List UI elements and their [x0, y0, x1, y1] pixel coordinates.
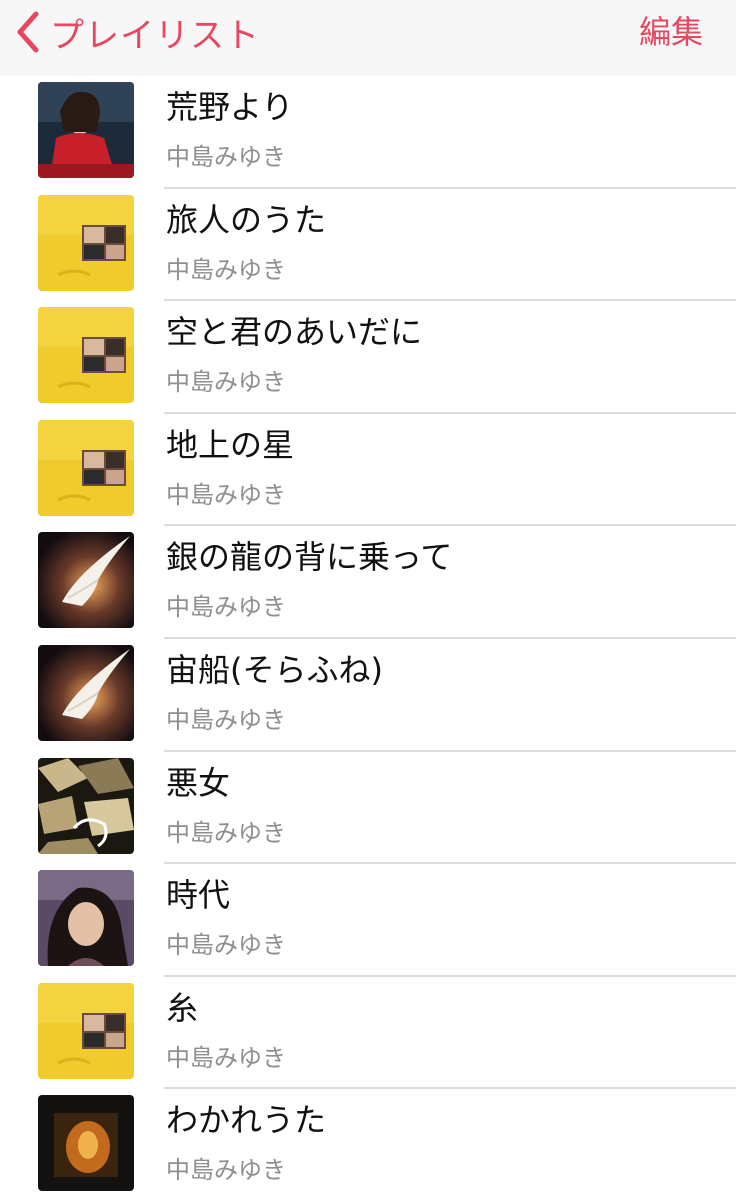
album-artwork [38, 419, 134, 516]
song-row[interactable]: 荒野より 中島みゆき [0, 76, 736, 189]
song-artist: 中島みゆき [166, 368, 286, 397]
album-artwork [38, 307, 134, 404]
song-title: 荒野より [166, 88, 294, 126]
song-row[interactable]: 地上の星 中島みゆき [0, 414, 736, 527]
song-row[interactable]: 糸中島みゆき [0, 977, 736, 1090]
album-artwork [38, 982, 134, 1079]
edit-button[interactable]: 編集 [639, 10, 703, 54]
song-title: 銀の龍の背に乗って [166, 538, 453, 577]
song-artist: 中島みゆき [166, 143, 286, 171]
song-title: 糸 [166, 988, 199, 1027]
back-button[interactable]: プレイリスト [14, 6, 260, 58]
album-artwork [38, 194, 134, 291]
song-row[interactable]: わかれうた中島みゆき [0, 1089, 736, 1200]
album-artwork [38, 82, 134, 178]
album-artwork [38, 644, 134, 741]
song-title: わかれうた [166, 1101, 327, 1140]
song-title: 時代 [166, 876, 231, 915]
song-title: 悪女 [166, 763, 231, 802]
song-artist: 中島みゆき [166, 1156, 286, 1185]
song-row[interactable]: 悪女 中島みゆき [0, 752, 736, 865]
album-artwork [38, 870, 134, 967]
song-artist: 中島みゆき [166, 480, 286, 509]
album-artwork [38, 1095, 134, 1192]
song-row[interactable]: 銀の龍の背に乗って中島みゆき [0, 526, 736, 639]
song-list: 荒野より 中島みゆき 旅人のうた 中島みゆき 空と君のあいだに 中島みゆき 地上… [0, 76, 736, 1200]
song-row[interactable]: 時代 中島みゆき [0, 864, 736, 977]
song-artist: 中島みゆき [166, 931, 286, 960]
song-artist: 中島みゆき [166, 593, 286, 622]
song-title: 地上の星 [166, 425, 295, 464]
chevron-left-icon [17, 11, 39, 53]
song-row[interactable]: 宙船(そらふね) 中島みゆき [0, 639, 736, 752]
song-artist: 中島みゆき [166, 705, 286, 734]
song-artist: 中島みゆき [166, 818, 286, 847]
back-button-label: プレイリスト [50, 15, 260, 56]
album-artwork [38, 532, 134, 629]
song-title: 旅人のうた [166, 200, 327, 239]
song-row[interactable]: 旅人のうた中島みゆき [0, 189, 736, 302]
song-title: 空と君のあいだに [166, 313, 423, 352]
song-artist: 中島みゆき [166, 1043, 286, 1072]
album-artwork [38, 757, 134, 854]
navigation-bar: プレイリスト 編集 [0, 0, 736, 76]
song-artist: 中島みゆき [166, 255, 286, 284]
song-title: 宙船(そらふね) [166, 650, 383, 689]
song-row[interactable]: 空と君のあいだに中島みゆき [0, 301, 736, 414]
